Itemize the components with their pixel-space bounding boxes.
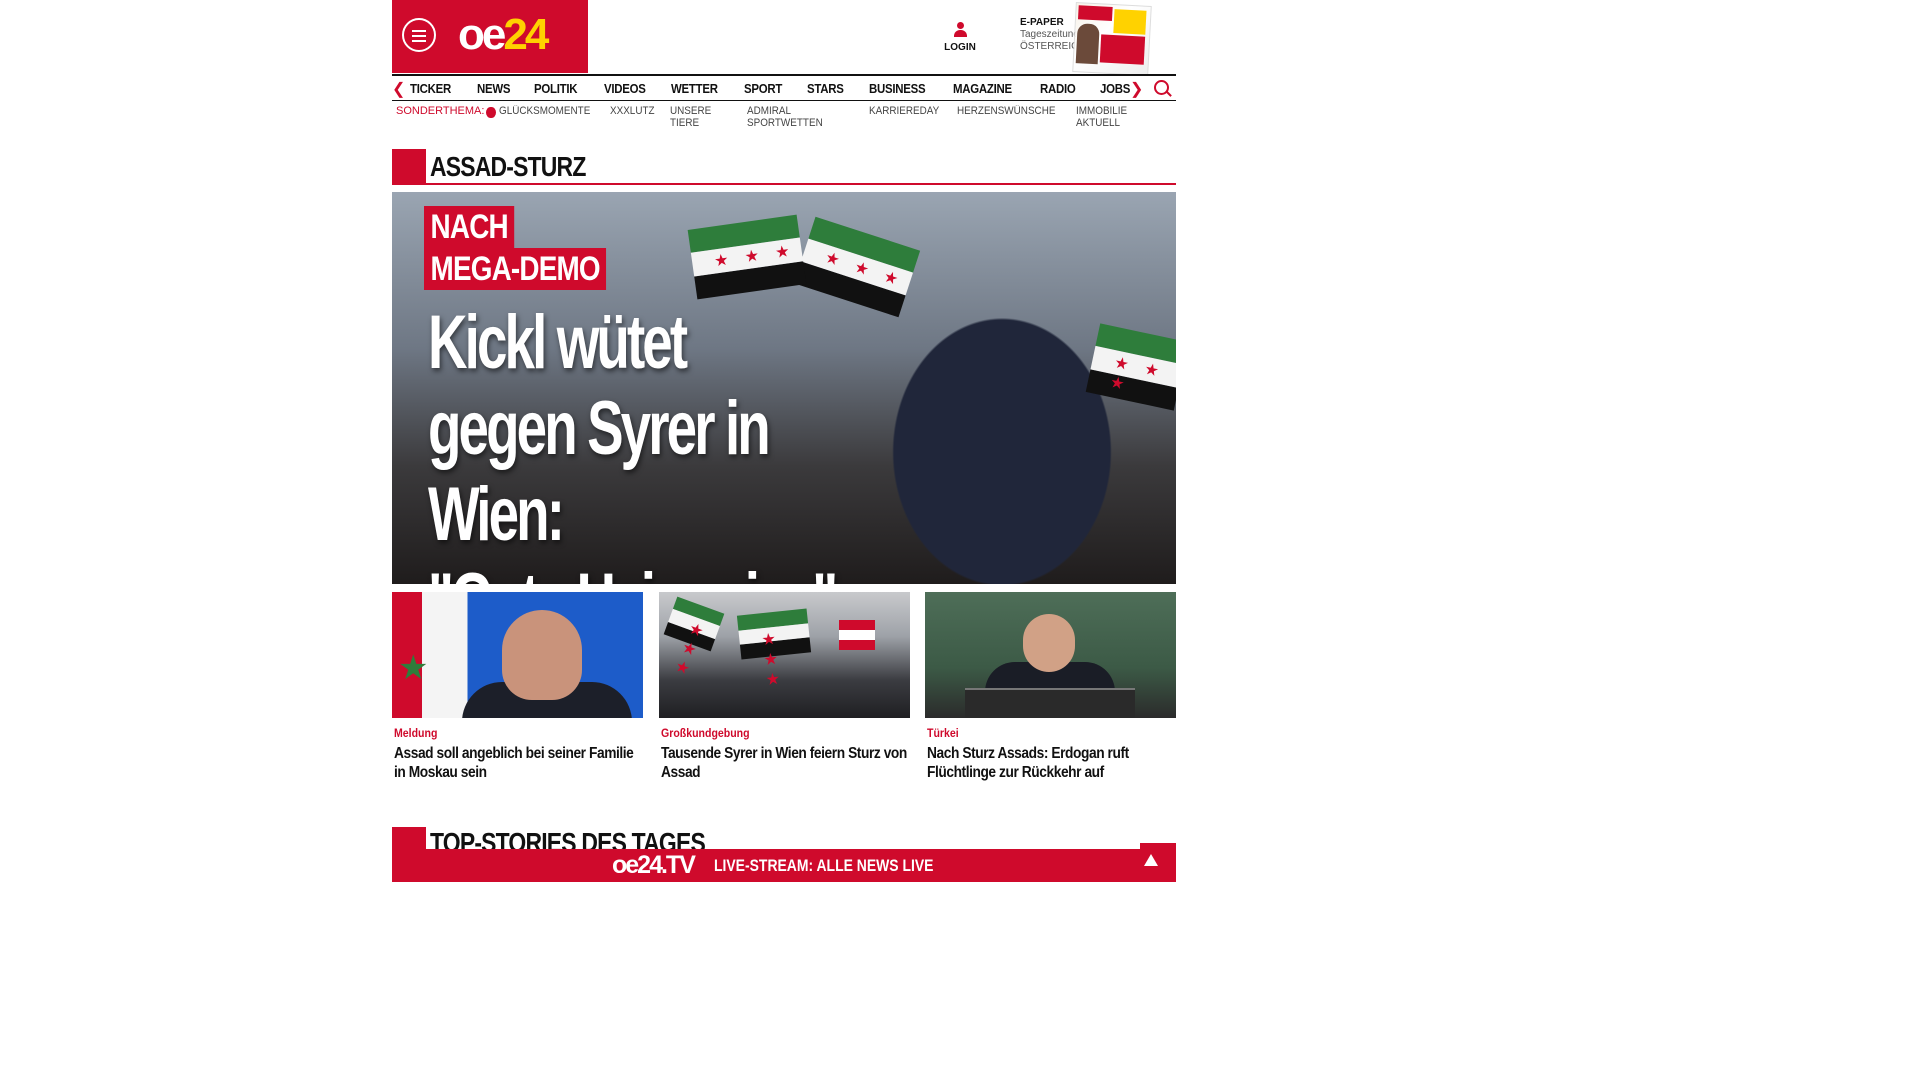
live-stream-bar[interactable]: oe24.TV LIVE-STREAM: ALLE NEWS LIVE <box>392 843 1176 882</box>
topic-admiral-sportwetten[interactable]: ADMIRAL SPORTWETTEN <box>747 105 848 129</box>
topic-unsere-tiere[interactable]: UNSERE TIERE <box>670 105 730 129</box>
nav-item-wetter[interactable]: WETTER <box>671 81 718 96</box>
main-nav: ❮ TICKER NEWS POLITIK VIDEOS WETTER SPOR… <box>392 74 1176 101</box>
search-icon[interactable] <box>1154 80 1169 95</box>
epaper-link[interactable]: E-PAPER Tageszeitung ÖSTERREICH <box>1020 17 1086 53</box>
arrow-up-icon[interactable] <box>1144 854 1158 866</box>
teaser-image[interactable] <box>658 592 910 718</box>
syria-flag-image <box>1085 323 1176 411</box>
nav-item-sport[interactable]: SPORT <box>744 81 782 96</box>
live-stream-label[interactable]: LIVE-STREAM: ALLE NEWS LIVE <box>714 856 933 876</box>
hamburger-menu-icon[interactable] <box>402 18 436 52</box>
section-marker <box>392 149 426 183</box>
hero-kicker-line1: NACH <box>424 206 515 248</box>
chevron-right-icon[interactable]: ❯ <box>1130 79 1143 99</box>
nav-item-business[interactable]: BUSINESS <box>869 81 926 96</box>
hero-article[interactable]: NACH MEGA-DEMO Kickl wütet gegen Syrer i… <box>392 192 1176 584</box>
teaser-list: ★ Meldung Assad soll angeblich bei seine… <box>392 592 1176 782</box>
teaser-image[interactable] <box>925 592 1176 718</box>
nav-item-radio[interactable]: RADIO <box>1040 81 1076 96</box>
login-button[interactable]: LOGIN <box>940 22 980 53</box>
nav-item-ticker[interactable]: TICKER <box>410 81 451 96</box>
teaser-title[interactable]: Assad soll angeblich bei seiner Familie … <box>394 744 643 782</box>
chevron-left-icon[interactable]: ❮ <box>392 79 405 99</box>
special-topics-label: SONDERTHEMA: <box>396 105 485 117</box>
teaser-category: Türkei <box>927 726 959 740</box>
teaser-title[interactable]: Tausende Syrer in Wien feiern Sturz von … <box>661 744 910 782</box>
nav-item-magazine[interactable]: MAGAZINE <box>953 81 1012 96</box>
hero-kicker-line2: MEGA-DEMO <box>424 248 607 290</box>
nav-item-politik[interactable]: POLITIK <box>534 81 578 96</box>
teaser-title[interactable]: Nach Sturz Assads: Erdogan ruft Flüchtli… <box>927 744 1176 782</box>
teaser-card[interactable]: Türkei Nach Sturz Assads: Erdogan ruft F… <box>925 592 1176 782</box>
user-icon <box>954 22 967 37</box>
hero-headline-line1: Kickl wütet <box>428 300 688 385</box>
topic-gluecksmomente[interactable]: GLÜCKSMOMENTE <box>499 105 590 129</box>
section-header: ASSAD-STURZ <box>392 149 1176 185</box>
teaser-card[interactable]: Großkundgebung Tausende Syrer in Wien fe… <box>658 592 910 782</box>
hero-kicker: NACH MEGA-DEMO <box>424 206 646 290</box>
hero-headline-line2: gegen Syrer in Wien: <box>428 386 771 557</box>
teaser-category: Großkundgebung <box>660 726 750 740</box>
hero-headline-line3: "Gute Heimreise" <box>428 558 874 584</box>
topic-immobilie-aktuell[interactable]: IMMOBILIE AKTUELL <box>1076 105 1157 129</box>
heart-icon <box>486 107 496 118</box>
syria-flag-image <box>687 214 807 300</box>
topic-herzenswuensche[interactable]: HERZENSWÜNSCHE <box>957 105 1055 129</box>
special-topics-bar: SONDERTHEMA: GLÜCKSMOMENTE XXXLUTZ UNSER… <box>396 105 1176 129</box>
topic-xxxlutz[interactable]: XXXLUTZ <box>610 105 655 129</box>
teaser-image[interactable]: ★ <box>392 592 643 718</box>
tv-logo: oe24.TV <box>612 851 696 879</box>
logo-area: oe24 <box>392 0 588 73</box>
epaper-line1: Tageszeitung <box>1020 29 1079 40</box>
section-title[interactable]: ASSAD-STURZ <box>430 151 586 183</box>
epaper-title: E-PAPER <box>1020 17 1064 28</box>
nav-item-videos[interactable]: VIDEOS <box>604 81 646 96</box>
teaser-category: Meldung <box>394 726 438 740</box>
hero-headline[interactable]: Kickl wütet gegen Syrer in Wien: "Gute H… <box>428 300 874 584</box>
login-label: LOGIN <box>944 42 976 53</box>
teaser-card[interactable]: ★ Meldung Assad soll angeblich bei seine… <box>392 592 643 782</box>
topic-karriereday[interactable]: KARRIEREDAY <box>869 105 939 129</box>
site-logo[interactable]: oe24 <box>458 10 549 60</box>
nav-item-jobs[interactable]: JOBS <box>1100 81 1130 96</box>
epaper-cover-image[interactable] <box>1072 2 1152 76</box>
star-icon: ★ <box>398 649 429 687</box>
nav-item-stars[interactable]: STARS <box>807 81 844 96</box>
nav-item-news[interactable]: NEWS <box>477 81 511 96</box>
